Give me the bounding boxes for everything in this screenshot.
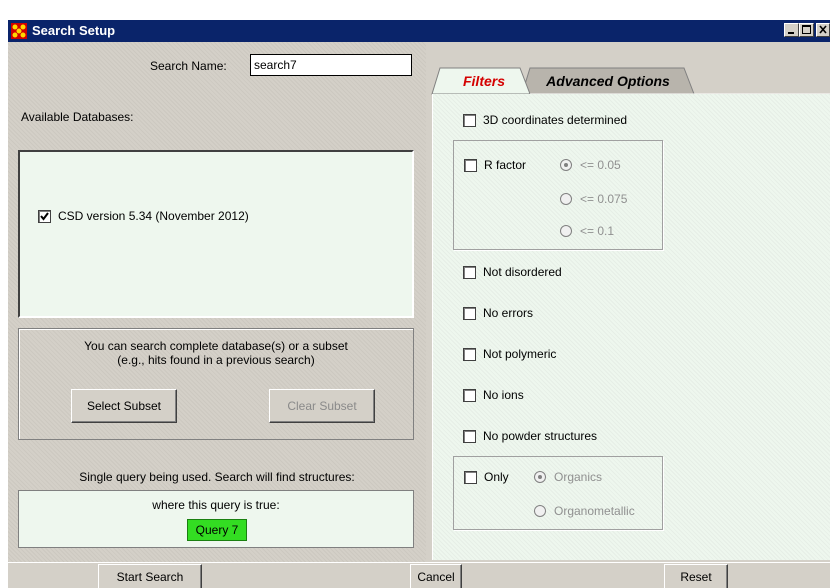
no-errors-checkbox[interactable]	[463, 307, 476, 320]
no-powder-label: No powder structures	[483, 429, 598, 443]
start-search-button[interactable]: Start Search	[98, 564, 202, 588]
no-ions-checkbox[interactable]	[463, 389, 476, 402]
not-polymeric-label: Not polymeric	[483, 347, 557, 361]
maximize-button[interactable]	[799, 23, 814, 37]
organics-radio[interactable]	[534, 471, 546, 483]
select-subset-button[interactable]: Select Subset	[71, 389, 177, 423]
r-factor-label: R factor	[484, 158, 527, 172]
app-logo-icon	[11, 23, 27, 39]
search-setup-window: Search Setup Search Name: Available Data…	[8, 20, 830, 588]
only-checkbox[interactable]	[464, 471, 477, 484]
close-icon	[819, 25, 827, 34]
minimize-icon	[788, 32, 794, 34]
query-condition-text: where this query is true:	[152, 498, 280, 512]
left-panel: Search Name: Available Databases: CSD ve…	[8, 42, 426, 562]
r-factor-option-005: <= 0.05	[580, 158, 621, 172]
minimize-button[interactable]	[784, 23, 799, 37]
not-disordered-checkbox[interactable]	[463, 266, 476, 279]
bottom-button-bar: Start Search Cancel Reset	[8, 562, 830, 588]
clear-subset-button[interactable]: Clear Subset	[269, 389, 375, 423]
checkmark-icon	[40, 212, 49, 221]
available-databases-label: Available Databases:	[21, 110, 134, 124]
query-badge[interactable]: Query 7	[187, 519, 247, 541]
subset-text-line1: You can search complete database(s) or a…	[84, 339, 348, 353]
filters-panel: 3D coordinates determined R factor <= 0.…	[432, 94, 830, 560]
database-list: CSD version 5.34 (November 2012)	[18, 150, 414, 318]
subset-text-line2: (e.g., hits found in a previous search)	[117, 353, 315, 367]
cancel-button[interactable]: Cancel	[410, 564, 462, 588]
r-factor-radio-01[interactable]	[560, 225, 572, 237]
no-powder-checkbox[interactable]	[463, 430, 476, 443]
not-polymeric-checkbox[interactable]	[463, 348, 476, 361]
organometallic-label: Organometallic	[554, 504, 635, 518]
r-factor-radio-0075[interactable]	[560, 193, 572, 205]
reset-button[interactable]: Reset	[664, 564, 728, 588]
right-panel: Filters Advanced Options 3D coordinates …	[426, 42, 830, 562]
subset-group: You can search complete database(s) or a…	[18, 328, 414, 440]
query-info-text: Single query being used. Search will fin…	[79, 470, 355, 484]
organics-label: Organics	[554, 470, 603, 484]
r-factor-group: R factor <= 0.05 <= 0.075 <= 0.1	[453, 140, 663, 250]
tab-advanced-options[interactable]: Advanced Options	[532, 70, 684, 94]
coords-3d-checkbox[interactable]	[463, 114, 476, 127]
maximize-icon	[802, 25, 811, 34]
only-group: Only Organics Organometallic	[453, 456, 663, 530]
no-ions-label: No ions	[483, 388, 524, 402]
r-factor-option-01: <= 0.1	[580, 224, 615, 238]
not-disordered-label: Not disordered	[483, 265, 562, 279]
no-errors-label: No errors	[483, 306, 534, 320]
close-button[interactable]	[816, 23, 830, 37]
search-name-label: Search Name:	[150, 59, 227, 73]
r-factor-option-0075: <= 0.075	[580, 192, 628, 206]
database-item-label: CSD version 5.34 (November 2012)	[58, 209, 249, 223]
r-factor-radio-005[interactable]	[560, 159, 572, 171]
search-name-input[interactable]	[250, 54, 412, 76]
r-factor-checkbox[interactable]	[464, 159, 477, 172]
window-title: Search Setup	[32, 23, 116, 38]
title-bar: Search Setup	[8, 20, 830, 42]
coords-3d-label: 3D coordinates determined	[483, 113, 628, 127]
database-checkbox[interactable]	[38, 210, 51, 223]
organometallic-radio[interactable]	[534, 505, 546, 517]
tab-filters[interactable]: Filters	[446, 70, 522, 94]
query-box: where this query is true: Query 7	[18, 490, 414, 548]
only-label: Only	[484, 470, 509, 484]
